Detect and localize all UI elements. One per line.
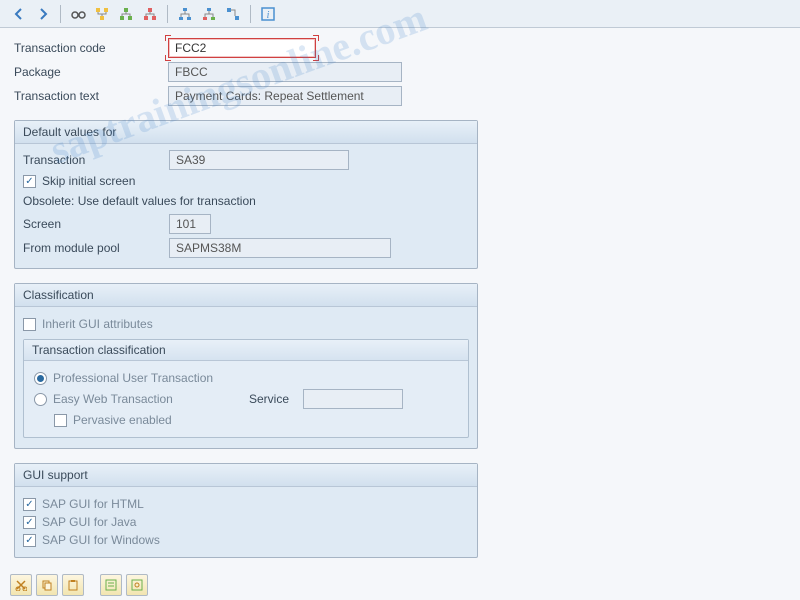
screen-label: Screen <box>23 217 169 231</box>
service-input[interactable] <box>303 389 403 409</box>
checkbox-checked-icon: ✓ <box>23 498 36 511</box>
defaults-title: Default values for <box>15 121 477 144</box>
radio-selected-icon <box>34 372 47 385</box>
info-icon[interactable]: i <box>257 3 279 25</box>
form-settings-icon[interactable] <box>126 574 148 596</box>
pool-label: From module pool <box>23 241 169 255</box>
defaults-group: Default values for Transaction ✓ Skip in… <box>14 120 478 269</box>
hierarchy-3-icon[interactable] <box>139 3 161 25</box>
inherit-row[interactable]: Inherit GUI attributes <box>23 317 469 331</box>
cut-icon[interactable] <box>10 574 32 596</box>
checkbox-checked-icon: ✓ <box>23 534 36 547</box>
toolbar-separator <box>167 5 168 23</box>
toolbar-separator <box>60 5 61 23</box>
org-1-icon[interactable] <box>174 3 196 25</box>
toolbar: i <box>0 0 800 28</box>
easy-radio-row[interactable]: Easy Web Transaction Service <box>34 389 458 409</box>
svg-text:i: i <box>267 10 270 21</box>
service-label: Service <box>249 392 289 406</box>
back-icon[interactable] <box>8 3 30 25</box>
gui-win-row[interactable]: ✓ SAP GUI for Windows <box>23 533 469 547</box>
easy-label: Easy Web Transaction <box>53 392 243 406</box>
gui-html-label: SAP GUI for HTML <box>42 497 144 511</box>
toolbar-separator <box>250 5 251 23</box>
transaction-input[interactable] <box>169 150 349 170</box>
classification-title: Classification <box>15 284 477 307</box>
ttext-label: Transaction text <box>14 89 168 103</box>
gui-java-row[interactable]: ✓ SAP GUI for Java <box>23 515 469 529</box>
copy-icon[interactable] <box>36 574 58 596</box>
gui-html-row[interactable]: ✓ SAP GUI for HTML <box>23 497 469 511</box>
pervasive-label: Pervasive enabled <box>73 413 172 427</box>
checkbox-checked-icon: ✓ <box>23 175 36 188</box>
pervasive-row[interactable]: Pervasive enabled <box>54 413 458 427</box>
pool-input[interactable] <box>169 238 391 258</box>
tcode-input[interactable] <box>168 38 316 58</box>
pro-label: Professional User Transaction <box>53 371 213 385</box>
transaction-label: Transaction <box>23 153 169 167</box>
skip-label: Skip initial screen <box>42 174 135 188</box>
checkbox-icon <box>23 318 36 331</box>
pro-radio-row[interactable]: Professional User Transaction <box>34 371 458 385</box>
classification-group: Classification Inherit GUI attributes Tr… <box>14 283 478 449</box>
ttext-input[interactable] <box>168 86 402 106</box>
glasses-icon[interactable] <box>67 3 89 25</box>
forward-icon[interactable] <box>32 3 54 25</box>
package-input[interactable] <box>168 62 402 82</box>
checkbox-checked-icon: ✓ <box>23 516 36 529</box>
hierarchy-2-icon[interactable] <box>115 3 137 25</box>
checkbox-icon <box>54 414 67 427</box>
content-area: Transaction code Package Transaction tex… <box>0 28 800 568</box>
package-label: Package <box>14 65 168 79</box>
gui-group: GUI support ✓ SAP GUI for HTML ✓ SAP GUI… <box>14 463 478 558</box>
gui-java-label: SAP GUI for Java <box>42 515 136 529</box>
skip-initial-row[interactable]: ✓ Skip initial screen <box>23 174 469 188</box>
gui-title: GUI support <box>15 464 477 487</box>
gui-win-label: SAP GUI for Windows <box>42 533 160 547</box>
obsolete-text: Obsolete: Use default values for transac… <box>23 194 469 208</box>
org-3-icon[interactable] <box>222 3 244 25</box>
paste-icon[interactable] <box>62 574 84 596</box>
trans-class-subgroup: Transaction classification Professional … <box>23 339 469 438</box>
screen-input[interactable] <box>169 214 211 234</box>
form-icon[interactable] <box>100 574 122 596</box>
tcode-label: Transaction code <box>14 41 168 55</box>
radio-icon <box>34 393 47 406</box>
hierarchy-1-icon[interactable] <box>91 3 113 25</box>
inherit-label: Inherit GUI attributes <box>42 317 153 331</box>
footer-toolbar <box>10 574 148 596</box>
org-2-icon[interactable] <box>198 3 220 25</box>
trans-class-title: Transaction classification <box>24 340 468 361</box>
